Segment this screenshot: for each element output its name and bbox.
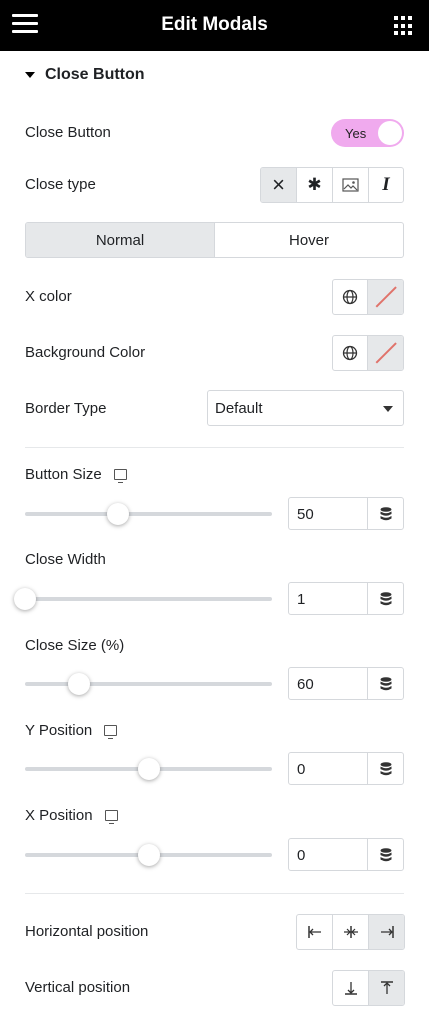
background-color-swatch[interactable]	[368, 336, 403, 370]
button-size-label-text: Button Size	[25, 466, 102, 483]
units-button[interactable]	[367, 752, 404, 785]
y-position-label-text: Y Position	[25, 722, 93, 739]
align-right-icon	[380, 926, 394, 938]
tab-hover[interactable]: Hover	[214, 223, 403, 257]
database-icon	[380, 847, 391, 861]
y-position-label: Y Position	[25, 722, 118, 739]
globe-icon	[342, 345, 358, 361]
x-position-slider[interactable]	[25, 843, 272, 867]
globe-icon	[342, 289, 358, 305]
vertical-position-label: Vertical position	[25, 979, 131, 996]
monitor-icon[interactable]	[104, 725, 118, 739]
grid-apps-icon[interactable]	[394, 16, 414, 36]
top-bar: Edit Modals	[0, 0, 429, 51]
text-italic-icon: I	[382, 174, 390, 195]
divider	[25, 893, 404, 894]
slider-handle[interactable]	[137, 758, 160, 780]
y-position-input[interactable]: 0	[288, 752, 368, 785]
vertical-position-group	[332, 970, 405, 1006]
toggle-text: Yes	[345, 126, 367, 141]
border-type-label: Border Type	[25, 400, 107, 417]
toggle-knob	[378, 121, 402, 145]
section-title: Close Button	[45, 66, 145, 83]
units-button[interactable]	[367, 582, 404, 615]
database-icon	[380, 761, 391, 775]
section-toggle-close-button[interactable]: Close Button	[25, 66, 145, 84]
close-width-input[interactable]: 1	[288, 582, 368, 615]
vertical-bottom-button[interactable]	[333, 971, 369, 1005]
close-button-label: Close Button	[25, 124, 111, 141]
slider-handle[interactable]	[137, 844, 160, 866]
align-center-icon	[343, 926, 358, 938]
chevron-down-icon	[383, 406, 393, 412]
horizontal-position-label: Horizontal position	[25, 923, 149, 940]
close-size-label: Close Size (%)	[25, 637, 125, 654]
slider-handle[interactable]	[14, 588, 36, 610]
units-button[interactable]	[367, 667, 404, 700]
units-button[interactable]	[367, 838, 404, 871]
background-color-control	[332, 335, 404, 371]
button-size-label: Button Size	[25, 466, 127, 483]
x-position-label: X Position	[25, 807, 118, 824]
vertical-top-button[interactable]	[369, 971, 404, 1005]
close-type-text-button[interactable]: I	[369, 168, 403, 202]
slider-track	[25, 512, 272, 516]
horizontal-position-group	[296, 914, 405, 950]
x-position-input[interactable]: 0	[288, 838, 368, 871]
monitor-icon[interactable]	[104, 810, 118, 824]
close-button-toggle[interactable]: Yes	[331, 119, 404, 147]
close-width-label: Close Width	[25, 551, 106, 568]
horizontal-right-button[interactable]	[369, 915, 404, 949]
close-type-group: × ✱ I	[260, 167, 404, 203]
horizontal-center-button[interactable]	[333, 915, 369, 949]
caret-down-icon	[25, 72, 35, 78]
align-top-icon	[380, 981, 393, 994]
border-type-select[interactable]: Default	[207, 390, 404, 426]
align-bottom-icon	[344, 982, 357, 995]
global-colors-button[interactable]	[333, 280, 368, 314]
close-type-x-button[interactable]: ×	[261, 168, 297, 202]
close-width-slider[interactable]	[14, 587, 272, 611]
border-type-value: Default	[215, 400, 263, 417]
button-size-slider[interactable]	[25, 502, 272, 526]
database-icon	[380, 591, 391, 605]
x-color-swatch[interactable]	[368, 280, 403, 314]
slider-handle[interactable]	[106, 503, 129, 525]
divider	[25, 447, 404, 448]
global-colors-button[interactable]	[333, 336, 368, 370]
image-icon	[342, 178, 359, 192]
database-icon	[380, 506, 391, 520]
close-x-icon: ×	[272, 172, 285, 197]
slider-track	[25, 597, 272, 601]
align-left-icon	[307, 926, 321, 938]
x-color-label: X color	[25, 288, 72, 305]
units-button[interactable]	[367, 497, 404, 530]
close-size-slider[interactable]	[25, 672, 272, 696]
monitor-icon[interactable]	[113, 469, 127, 483]
button-size-input[interactable]: 50	[288, 497, 368, 530]
y-position-slider[interactable]	[25, 757, 272, 781]
x-position-label-text: X Position	[25, 807, 93, 824]
panel-title: Edit Modals	[161, 14, 268, 35]
close-size-input[interactable]: 60	[288, 667, 368, 700]
database-icon	[380, 676, 391, 690]
state-tabs: Normal Hover	[25, 222, 404, 258]
background-color-label: Background Color	[25, 344, 146, 361]
slider-handle[interactable]	[68, 673, 91, 695]
horizontal-left-button[interactable]	[297, 915, 333, 949]
close-type-label: Close type	[25, 176, 96, 193]
slider-track	[25, 682, 272, 686]
close-type-image-button[interactable]	[333, 168, 369, 202]
asterisk-icon: ✱	[307, 175, 322, 194]
tab-normal[interactable]: Normal	[26, 223, 214, 257]
close-type-asterisk-button[interactable]: ✱	[297, 168, 333, 202]
x-color-control	[332, 279, 404, 315]
